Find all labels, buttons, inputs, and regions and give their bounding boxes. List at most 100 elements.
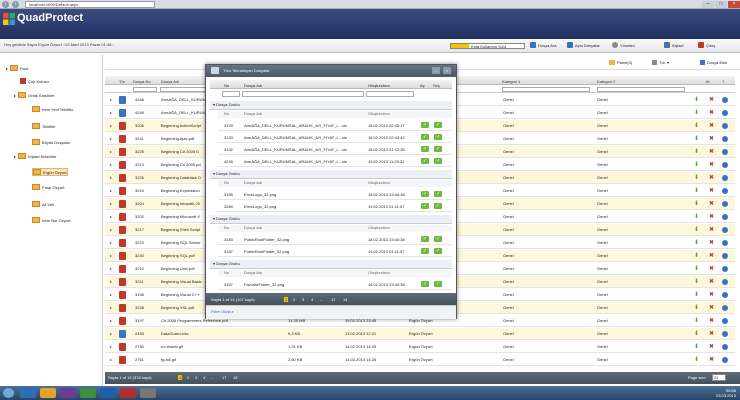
filter-cat1-input[interactable] xyxy=(502,87,590,92)
same-files-button[interactable]: Aynı Dosyalar xyxy=(567,42,600,48)
download-icon[interactable]: ⬇ xyxy=(694,122,699,130)
share-icon[interactable] xyxy=(722,292,728,298)
share-icon[interactable] xyxy=(722,149,728,155)
page-18[interactable]: 18 xyxy=(233,375,237,380)
table-row[interactable]: ▸ 2751 fg-full.gif 2,60 KB 14.02.2013 14:25 E… xyxy=(105,354,735,366)
tree-item-ergun[interactable]: Ergün Özyurt xyxy=(32,168,68,176)
tree-item-pinar[interactable]: Pınar Özyurt xyxy=(32,184,64,190)
dialog-page-1[interactable]: 1 xyxy=(284,297,289,302)
delete-icon[interactable]: ✖ xyxy=(709,122,714,130)
delete-icon[interactable]: ✖ xyxy=(709,330,714,338)
dialog-row[interactable]: 3132 ArmAĞA_DELL_KURUMSAL_ARALIK_AYI_FIYA… xyxy=(218,143,452,155)
delete-icon[interactable]: ✖ xyxy=(709,161,714,169)
select-check-icon[interactable]: ✓ xyxy=(434,248,442,254)
delete-icon[interactable]: ✖ xyxy=(709,109,714,117)
dialog-page-3[interactable]: 3 xyxy=(302,297,304,302)
add-file-button[interactable]: Dosya Ekle xyxy=(700,60,727,65)
delete-icon[interactable]: ✖ xyxy=(709,148,714,156)
visual-studio-icon[interactable] xyxy=(60,388,76,398)
tree-item-irem-nur[interactable]: Irem Nur Özyurt xyxy=(32,217,70,223)
expand-icon[interactable]: ▸ xyxy=(110,227,112,232)
ie-icon[interactable] xyxy=(20,388,36,398)
filter-no-input[interactable] xyxy=(133,87,157,92)
dialog-row[interactable]: 3183 PublicRootFolder_32.png 18.02.2013 23… xyxy=(218,233,452,245)
expand-icon[interactable]: ▸ xyxy=(110,253,112,258)
dialog-group-header[interactable]: ▾ Dosya Grubu xyxy=(210,215,452,224)
forward-icon[interactable]: › xyxy=(12,1,19,8)
dialog-row[interactable]: 4245 ArmAĞA_DELL_KURUMSAL_ARALIK_AYI_FIYA… xyxy=(218,155,452,167)
dialog-group-header[interactable]: ▾ Dosya Grubu xyxy=(210,101,452,110)
tree-item-offers[interactable]: Teklifler xyxy=(32,123,56,129)
tree-item-trash[interactable]: Çöp Kutusu xyxy=(20,78,49,84)
address-bar[interactable]: localhost:1690/Default.aspx xyxy=(25,1,155,8)
share-icon[interactable] xyxy=(722,136,728,142)
tree-item-big-files[interactable]: Büyük Dosyalar xyxy=(32,139,70,145)
dialog-filter-date[interactable] xyxy=(366,91,414,97)
expand-icon[interactable]: ▸ xyxy=(110,279,112,284)
share-icon[interactable] xyxy=(722,305,728,311)
app-icon[interactable] xyxy=(80,388,96,398)
expand-icon[interactable]: ▸ xyxy=(110,149,112,154)
dialog-page-2[interactable]: 2 xyxy=(293,297,295,302)
file-name[interactable]: DataGuard.xlsx xyxy=(161,331,271,336)
dialog-row[interactable]: 3133 ArmAĞA_DELL_KURUMSAL_ARALIK_AYI_FIYA… xyxy=(218,131,452,143)
expand-icon[interactable]: ▸ xyxy=(110,201,112,206)
back-icon[interactable]: ‹ xyxy=(2,1,9,8)
delete-icon[interactable]: ✖ xyxy=(709,356,714,364)
tree-item-irem-new[interactable]: Irem Yeni Teklifler xyxy=(32,106,73,112)
download-icon[interactable]: ⬇ xyxy=(694,356,699,364)
col-cat2[interactable]: Kategori 2 xyxy=(597,79,615,84)
share-icon[interactable] xyxy=(722,266,728,272)
dialog-group-header[interactable]: ▾ Dosya Grubu xyxy=(210,260,452,269)
col-cat1[interactable]: Kategori 1 xyxy=(502,79,520,84)
download-icon[interactable]: ⬇ xyxy=(694,109,699,117)
download-icon[interactable]: ⬇ xyxy=(694,187,699,195)
delete-icon[interactable]: ✖ xyxy=(709,317,714,325)
select-check-icon[interactable]: ✓ xyxy=(434,203,442,209)
page-17[interactable]: 17 xyxy=(222,375,226,380)
delete-icon[interactable]: ✖ xyxy=(709,265,714,273)
file-name[interactable]: ex-thumb.gif xyxy=(161,344,271,349)
select-check-icon[interactable]: ✓ xyxy=(434,281,442,287)
close-icon[interactable]: × xyxy=(728,1,740,8)
download-icon[interactable]: ⬇ xyxy=(694,148,699,156)
delete-icon[interactable]: ✖ xyxy=(709,226,714,234)
delete-icon[interactable]: ✖ xyxy=(709,278,714,286)
share-icon[interactable] xyxy=(722,331,728,337)
admin-button[interactable]: Yönetim xyxy=(612,42,635,48)
expand-icon[interactable]: ▸ xyxy=(110,136,112,141)
col-no[interactable]: Dosya No xyxy=(133,79,151,84)
download-icon[interactable]: ⬇ xyxy=(694,291,699,299)
expand-icon[interactable]: ▸ xyxy=(110,97,112,102)
download-icon[interactable]: ⬇ xyxy=(694,330,699,338)
share-icon[interactable] xyxy=(722,227,728,233)
minimize-icon[interactable]: – xyxy=(702,1,714,8)
dialog-col-no[interactable]: No xyxy=(224,83,229,88)
download-icon[interactable]: ⬇ xyxy=(694,304,699,312)
select-check-icon[interactable]: ✓ xyxy=(434,236,442,242)
panel-button[interactable]: Panel(0) xyxy=(609,60,632,65)
tree-item-root[interactable]: ▸ Root xyxy=(6,65,28,71)
delete-icon[interactable]: ✖ xyxy=(709,291,714,299)
share-icon[interactable] xyxy=(722,97,728,103)
dialog-row[interactable]: 3129 ArmAĞA_DELL_KURUMSAL_ARALIK_AYI_FIYA… xyxy=(218,119,452,131)
col-type[interactable]: Tür xyxy=(119,79,125,84)
share-icon[interactable] xyxy=(722,253,728,259)
table-row[interactable]: ▸ 2750 ex-thumb.gif 1,31 KB 14.02.2013 14:25… xyxy=(105,341,735,353)
filter-name-input[interactable] xyxy=(160,87,208,92)
start-button-icon[interactable] xyxy=(3,388,14,398)
download-icon[interactable]: ⬇ xyxy=(694,265,699,273)
delete-icon[interactable]: ✖ xyxy=(709,343,714,351)
dialog-filter-no[interactable] xyxy=(222,91,240,97)
delete-icon[interactable]: ✖ xyxy=(709,304,714,312)
file-name[interactable]: fg-full.gif xyxy=(161,357,271,362)
delete-icon[interactable]: ✖ xyxy=(709,187,714,195)
share-icon[interactable] xyxy=(722,201,728,207)
delete-icon[interactable]: ✖ xyxy=(709,174,714,182)
open-check-icon[interactable]: ✓ xyxy=(421,248,429,254)
app2-icon[interactable] xyxy=(120,388,136,398)
dialog-row[interactable]: 3155 ErrorLogo_32.png 18.02.2013 23:44:38 ✓… xyxy=(218,188,452,200)
expand-icon[interactable]: ▸ xyxy=(110,123,112,128)
download-icon[interactable]: ⬇ xyxy=(694,213,699,221)
share-icon[interactable] xyxy=(722,123,728,129)
